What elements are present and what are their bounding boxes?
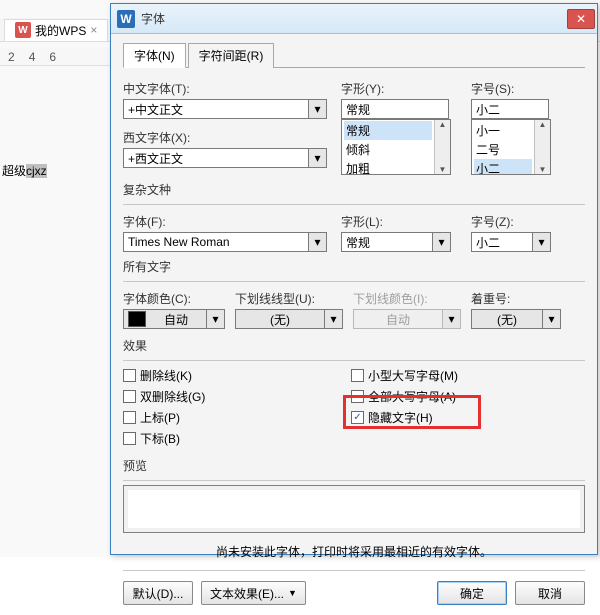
chevron-down-icon[interactable]: ▾ [325, 309, 343, 329]
complex-style-combo[interactable]: ▾ [341, 232, 471, 252]
close-icon[interactable]: × [90, 23, 97, 37]
checkbox-hidden[interactable]: 隐藏文字(H) [351, 409, 571, 426]
label-cn-font: 中文字体(T): [123, 80, 341, 97]
checkbox-subscript[interactable]: 下标(B) [123, 430, 351, 447]
app-icon: W [117, 10, 135, 28]
label-complex-font: 字体(F): [123, 213, 341, 230]
dialog-title: 字体 [141, 10, 561, 27]
group-effects: 效果 [123, 337, 585, 354]
label-complex-size: 字号(Z): [471, 213, 571, 230]
chevron-down-icon[interactable]: ▾ [433, 232, 451, 252]
chevron-down-icon: ▼ [288, 588, 297, 598]
style-listbox[interactable]: 常规 倾斜 加粗 ▲▼ [341, 119, 451, 175]
list-item[interactable]: 加粗 [344, 159, 432, 175]
size-input-combo[interactable] [471, 99, 571, 119]
style-input-combo[interactable] [341, 99, 471, 119]
group-all-text: 所有文字 [123, 258, 585, 275]
tab-font[interactable]: 字体(N) [123, 43, 186, 68]
font-dialog: W 字体 ✕ 字体(N) 字符间距(R) 中文字体(T): ▾ 西文字体(X):… [110, 3, 598, 555]
scrollbar[interactable]: ▲▼ [534, 120, 550, 174]
color-swatch-icon [128, 311, 146, 327]
style-input[interactable] [341, 99, 449, 119]
selected-text: cjxz [26, 164, 47, 178]
chevron-down-icon[interactable]: ▾ [543, 309, 561, 329]
list-item[interactable]: 常规 [344, 121, 432, 140]
chevron-down-icon[interactable]: ▾ [533, 232, 551, 252]
group-complex: 复杂文种 [123, 181, 585, 198]
list-item[interactable]: 小二 [474, 159, 532, 175]
underline-color-combo: 自动 ▾ [353, 309, 471, 329]
label-underline-color: 下划线颜色(I): [353, 290, 471, 307]
label-style: 字形(Y): [341, 80, 471, 97]
size-listbox[interactable]: 小一 二号 小二 ▲▼ [471, 119, 551, 175]
ok-button[interactable]: 确定 [437, 581, 507, 605]
ruler: 2 4 6 [0, 48, 110, 66]
tab-spacing[interactable]: 字符间距(R) [188, 43, 275, 68]
dialog-tabs: 字体(N) 字符间距(R) [123, 42, 585, 68]
label-emphasis: 着重号: [471, 290, 571, 307]
window-close-button[interactable]: ✕ [567, 9, 595, 29]
document-text[interactable]: 超级cjxz [2, 155, 47, 181]
chevron-down-icon[interactable]: ▾ [207, 309, 225, 329]
underline-style-combo[interactable]: (无) ▾ [235, 309, 353, 329]
cancel-button[interactable]: 取消 [515, 581, 585, 605]
label-font-color: 字体颜色(C): [123, 290, 235, 307]
default-button[interactable]: 默认(D)... [123, 581, 193, 605]
emphasis-combo[interactable]: (无) ▾ [471, 309, 571, 329]
font-color-combo[interactable]: 自动 ▾ [123, 309, 235, 329]
west-font-input[interactable] [123, 148, 309, 168]
wps-logo-icon: W [15, 22, 31, 38]
checkbox-smallcaps[interactable]: 小型大写字母(M) [351, 367, 571, 384]
chevron-down-icon: ▾ [443, 309, 461, 329]
cn-font-input[interactable] [123, 99, 309, 119]
west-font-combo[interactable]: ▾ [123, 148, 341, 168]
complex-style-input[interactable] [341, 232, 433, 252]
complex-size-combo[interactable]: ▾ [471, 232, 571, 252]
cn-font-combo[interactable]: ▾ [123, 99, 341, 119]
checkbox-double-strike[interactable]: 双删除线(G) [123, 388, 351, 405]
bg-app-tab[interactable]: W 我的WPS × [4, 19, 108, 41]
bg-tab-label: 我的WPS [35, 22, 86, 39]
checkbox-allcaps[interactable]: 全部大写字母(A) [351, 388, 571, 405]
text-effects-button[interactable]: 文本效果(E)...▼ [201, 581, 306, 605]
label-size: 字号(S): [471, 80, 571, 97]
preview-note: 尚未安装此字体，打印时将采用最相近的有效字体。 [123, 543, 585, 560]
complex-size-input[interactable] [471, 232, 533, 252]
complex-font-input[interactable] [123, 232, 309, 252]
label-complex-style: 字形(L): [341, 213, 471, 230]
scrollbar[interactable]: ▲▼ [434, 120, 450, 174]
titlebar[interactable]: W 字体 ✕ [111, 4, 597, 34]
preview-area [123, 485, 585, 533]
list-item[interactable]: 倾斜 [344, 140, 432, 159]
size-input[interactable] [471, 99, 549, 119]
list-item[interactable]: 小一 [474, 121, 532, 140]
group-preview: 预览 [123, 457, 585, 474]
complex-font-combo[interactable]: ▾ [123, 232, 341, 252]
label-west-font: 西文字体(X): [123, 129, 341, 146]
chevron-down-icon[interactable]: ▾ [309, 148, 327, 168]
chevron-down-icon[interactable]: ▾ [309, 99, 327, 119]
checkbox-superscript[interactable]: 上标(P) [123, 409, 351, 426]
checkbox-strike[interactable]: 删除线(K) [123, 367, 351, 384]
list-item[interactable]: 二号 [474, 140, 532, 159]
chevron-down-icon[interactable]: ▾ [309, 232, 327, 252]
label-underline-style: 下划线线型(U): [235, 290, 353, 307]
